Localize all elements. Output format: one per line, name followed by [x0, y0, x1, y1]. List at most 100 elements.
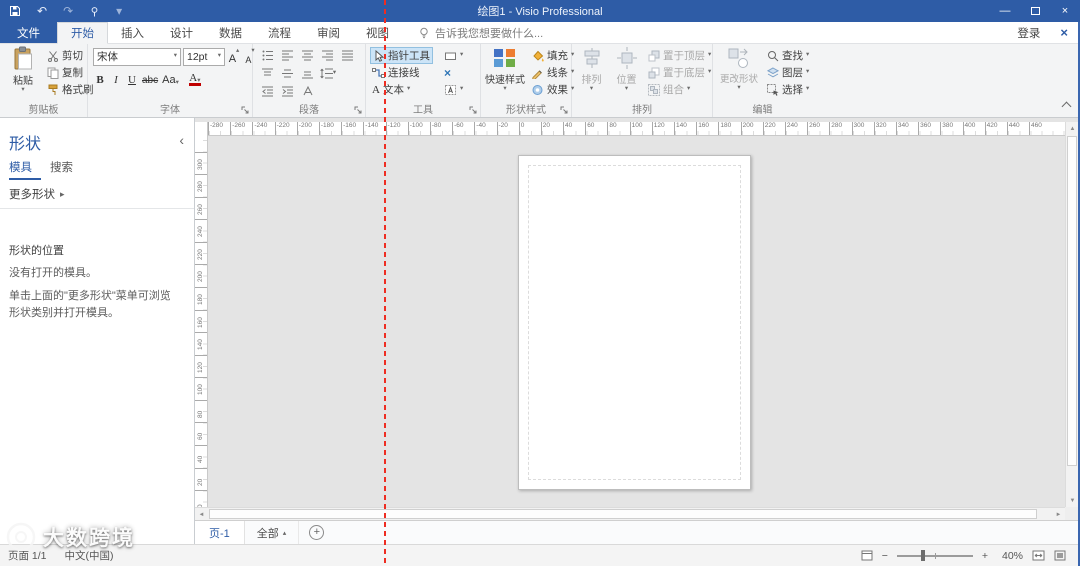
undo-icon[interactable]: ↶ — [37, 0, 47, 22]
tab-data[interactable]: 数据 — [206, 22, 255, 43]
bullets-button[interactable] — [259, 47, 277, 64]
tab-search[interactable]: 搜索 — [50, 158, 82, 180]
dialog-launcher-icon[interactable] — [241, 106, 250, 115]
vertical-scroll-thumb[interactable] — [1067, 136, 1077, 466]
tab-file[interactable]: 文件 — [0, 22, 57, 43]
rotate-text-button[interactable] — [299, 83, 317, 100]
horizontal-scrollbar[interactable]: ◄ ► — [195, 507, 1065, 520]
group-button[interactable]: 组合 ▾ — [646, 81, 713, 98]
rectangle-tool-button[interactable]: ▾ — [442, 47, 465, 64]
send-to-back-button[interactable]: 置于底层 ▾ — [646, 64, 713, 81]
font-family-select[interactable]: 宋体 ▾ — [93, 47, 181, 66]
zoom-in-button[interactable]: + — [982, 550, 988, 562]
align-top-button[interactable] — [259, 65, 277, 82]
change-case-button[interactable]: Aa ▾ — [161, 69, 180, 86]
language-indicator[interactable]: 中文(中国) — [65, 548, 114, 563]
align-left-button[interactable] — [279, 47, 297, 64]
tab-process[interactable]: 流程 — [255, 22, 304, 43]
customize-qat-icon[interactable]: ▾ — [116, 0, 122, 22]
fit-page-icon[interactable] — [1032, 550, 1045, 561]
line-icon — [531, 67, 544, 79]
sign-in-button[interactable]: 登录 — [1017, 25, 1040, 41]
zoom-out-button[interactable]: − — [882, 550, 888, 562]
align-button[interactable]: 排列 ▾ — [575, 46, 608, 93]
dialog-launcher-icon[interactable] — [560, 106, 569, 115]
tab-view[interactable]: 视图 — [353, 22, 402, 43]
rectangle-icon — [444, 50, 457, 62]
page-tab-1[interactable]: 页-1 — [195, 521, 245, 544]
find-button[interactable]: 查找 ▾ — [765, 47, 811, 64]
close-icon[interactable]: × — [1050, 0, 1080, 22]
decrease-indent-button[interactable] — [259, 83, 277, 100]
horizontal-ruler[interactable]: -280 -260 -240 -220 -200 -180 -160 -140 -120 -100… — [195, 122, 1065, 136]
text-tool-button[interactable]: A 文本 ▾ — [370, 81, 433, 98]
vertical-ruler[interactable]: 300 280 260 240 220 200 180 160 140 120 100 80 60 40 2… — [195, 136, 208, 507]
increase-indent-button[interactable] — [279, 83, 297, 100]
tell-me-box[interactable]: 告诉我您想要做什么... — [418, 22, 543, 43]
select-button[interactable]: 选择 ▾ — [765, 81, 811, 98]
dropdown-icon: ▾ — [460, 85, 464, 93]
close-document-icon[interactable]: × — [1060, 25, 1068, 40]
position-button[interactable]: 位置 ▾ — [610, 46, 643, 93]
ruler-tick: -180 — [318, 122, 334, 135]
connection-point-tool-button[interactable]: × — [442, 64, 465, 81]
tab-stencils[interactable]: 模具 — [9, 158, 41, 180]
drawing-page[interactable] — [518, 155, 751, 490]
align-bottom-button[interactable] — [299, 65, 317, 82]
zoom-slider-thumb[interactable] — [920, 550, 925, 561]
all-pages-button[interactable]: 全部 ▴ — [245, 521, 300, 544]
effects-button[interactable]: 效果 ▾ — [529, 81, 576, 98]
quick-styles-button[interactable]: 快速样式 ▾ — [483, 46, 527, 93]
italic-button[interactable]: I — [109, 69, 123, 86]
align-right-button[interactable] — [319, 47, 337, 64]
align-center-button[interactable] — [299, 47, 317, 64]
add-page-button[interactable]: + — [309, 525, 325, 540]
tab-insert[interactable]: 插入 — [108, 22, 157, 43]
ruler-tick: 120 — [651, 122, 665, 135]
grow-font-button[interactable]: A ▴ — [227, 47, 241, 65]
text-block-tool-button[interactable]: ▾ — [442, 81, 465, 98]
maximize-icon[interactable] — [1020, 0, 1050, 22]
bring-to-front-button[interactable]: 置于顶层 ▾ — [646, 47, 713, 64]
redo-icon[interactable]: ↷ — [63, 0, 73, 22]
change-shape-button[interactable]: 更改形状 ▾ — [716, 46, 762, 92]
zoom-slider[interactable] — [896, 550, 973, 562]
align-middle-button[interactable] — [279, 65, 297, 82]
fullscreen-icon[interactable] — [1054, 550, 1066, 561]
layers-button[interactable]: 图层 ▾ — [765, 64, 811, 81]
vertical-scrollbar[interactable]: ▲ ▼ — [1065, 122, 1078, 507]
switch-windows-icon[interactable] — [861, 550, 873, 561]
tab-design[interactable]: 设计 — [157, 22, 206, 43]
strikethrough-button[interactable]: abc — [141, 69, 159, 86]
collapse-panel-icon[interactable]: ‹ — [179, 132, 184, 148]
ruler-tick: 220 — [195, 241, 207, 260]
minimize-icon[interactable]: — — [990, 0, 1020, 22]
zoom-level[interactable]: 40% — [997, 550, 1023, 562]
font-size-select[interactable]: 12pt ▾ — [183, 47, 225, 66]
collapse-ribbon-icon[interactable] — [1061, 101, 1072, 112]
dialog-launcher-icon[interactable] — [354, 106, 363, 115]
more-shapes-button[interactable]: 更多形状 ▸ — [9, 186, 65, 202]
dropdown-icon: ▾ — [406, 85, 411, 93]
tab-home[interactable]: 开始 — [57, 22, 108, 44]
pointer-tool-button[interactable]: 指针工具 — [370, 47, 433, 64]
save-icon[interactable] — [9, 5, 21, 17]
touch-mode-icon[interactable] — [89, 6, 100, 17]
connector-tool-button[interactable]: 连接线 — [370, 64, 433, 81]
fill-button[interactable]: 填充 ▾ — [529, 47, 576, 64]
tab-review[interactable]: 审阅 — [304, 22, 353, 43]
line-button[interactable]: 线条 ▾ — [529, 64, 576, 81]
line-spacing-button[interactable]: ▾ — [319, 65, 337, 82]
page-info[interactable]: 页面 1/1 — [8, 548, 47, 563]
underline-button[interactable]: U — [125, 69, 139, 86]
justify-button[interactable] — [339, 47, 357, 64]
paste-button[interactable]: 粘贴 ▾ — [4, 46, 42, 94]
drawing-viewport[interactable]: 300 280 260 240 220 200 180 160 140 120 100 80 60 40 2… — [195, 136, 1065, 507]
ruler-tick: -80 — [429, 122, 441, 135]
dialog-launcher-icon[interactable] — [469, 106, 478, 115]
font-color-button[interactable]: A ▾ — [188, 69, 202, 86]
ruler-tick: 260 — [195, 196, 207, 215]
bold-button[interactable]: B — [93, 69, 107, 86]
horizontal-scroll-thumb[interactable] — [209, 509, 1037, 519]
ruler-tick: -40 — [474, 122, 486, 135]
